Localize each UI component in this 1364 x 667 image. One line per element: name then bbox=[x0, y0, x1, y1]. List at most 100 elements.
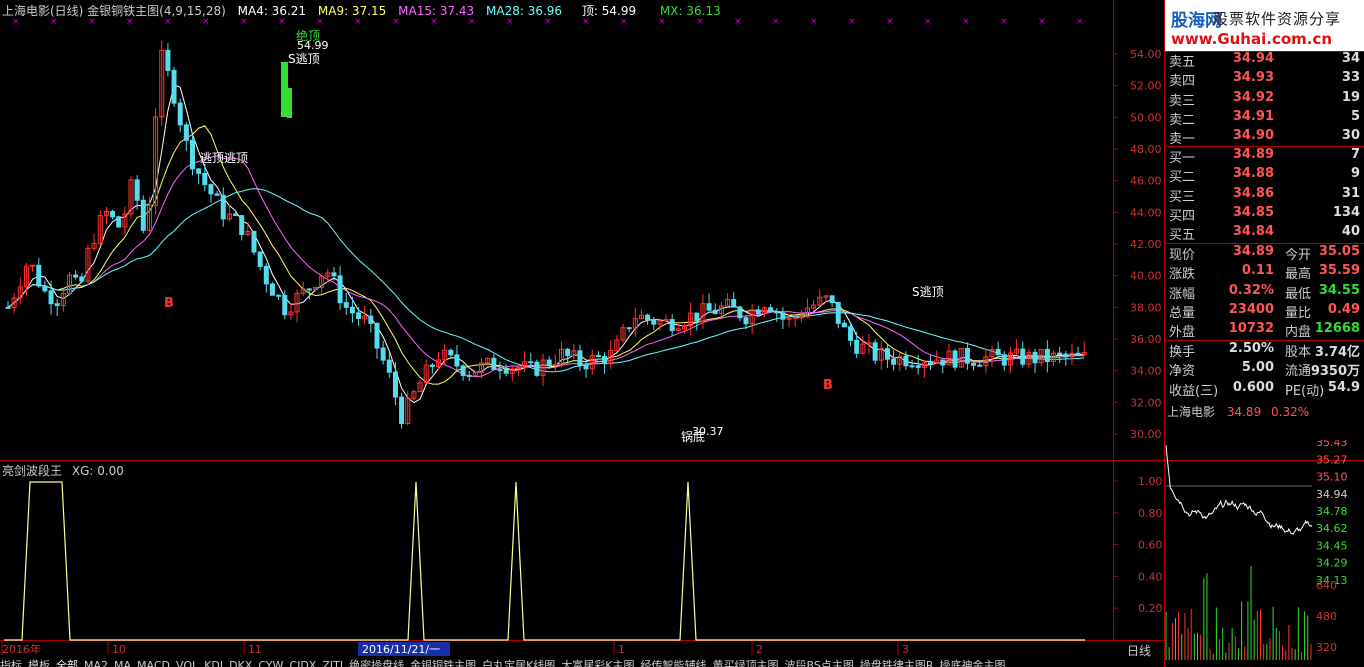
logo-url: www.Guhai.com.cn bbox=[1171, 30, 1333, 48]
marker: × bbox=[88, 17, 96, 27]
candle-body bbox=[1057, 352, 1063, 355]
quote-row: 总量 23400 量比 0.49 bbox=[1169, 301, 1360, 321]
price-tick: 50.00 bbox=[1130, 111, 1162, 124]
indicator-tab[interactable]: DKX bbox=[229, 659, 252, 667]
mini-tick: 35.27 bbox=[1316, 453, 1348, 466]
indicator-tab[interactable]: KDJ bbox=[204, 659, 223, 667]
time-tick: 10 bbox=[112, 643, 126, 656]
indicator-tab[interactable]: 模板 bbox=[28, 659, 50, 667]
sub-tick: 0.40 bbox=[1138, 570, 1163, 583]
ma9-legend: MA9: 37.15 bbox=[317, 4, 387, 18]
top-legend: 顶: 54.99 bbox=[581, 4, 637, 18]
candle-body bbox=[48, 290, 54, 305]
candle-body bbox=[792, 317, 798, 320]
sub-tick: 1.00 bbox=[1138, 475, 1163, 488]
candle-body bbox=[491, 357, 497, 371]
marker: × bbox=[392, 17, 400, 27]
escape-label: 逃顶逃顶 bbox=[200, 151, 248, 165]
indicator-tab[interactable]: VOL bbox=[176, 659, 198, 667]
candle-body bbox=[841, 322, 847, 328]
indicator-tab[interactable]: 全部 bbox=[56, 659, 78, 667]
candle-body bbox=[872, 342, 878, 361]
candle-body bbox=[706, 303, 712, 311]
indicator-tab[interactable]: MA bbox=[114, 659, 131, 667]
price-tick: 38.00 bbox=[1130, 301, 1162, 314]
candle-body bbox=[928, 362, 933, 365]
chart-canvas[interactable]: 54.00 52.00 50.00 48.00 46.00 44.00 42.00 40.00… bbox=[0, 0, 1364, 667]
candle-body bbox=[940, 359, 946, 366]
signal-line bbox=[4, 481, 1085, 641]
orderbook-row: 买四 34.85 134 bbox=[1169, 204, 1360, 224]
candle-body bbox=[356, 312, 362, 319]
marker: × bbox=[962, 17, 970, 27]
candle-body bbox=[392, 371, 398, 398]
indicator-tab[interactable]: CJDX bbox=[289, 659, 316, 667]
peak-label: 绝顶 bbox=[296, 28, 320, 43]
marker: × bbox=[544, 17, 552, 27]
indicator-tab[interactable]: CYW bbox=[258, 659, 283, 667]
candle-body bbox=[349, 306, 355, 314]
candle-body bbox=[374, 322, 380, 349]
marker: × bbox=[12, 17, 20, 27]
candle-body bbox=[251, 230, 257, 253]
candle-body bbox=[42, 285, 48, 292]
candle-body bbox=[337, 275, 343, 304]
vol-tick: 320 bbox=[1316, 641, 1337, 654]
marker: × bbox=[354, 17, 362, 27]
candle-body bbox=[386, 359, 392, 373]
indicator-tab[interactable]: MA2 bbox=[84, 659, 108, 667]
orderbook-row: 卖一 34.90 30 bbox=[1169, 128, 1360, 148]
marker: × bbox=[582, 17, 590, 27]
candle-body bbox=[595, 354, 601, 357]
candle-body bbox=[429, 364, 435, 367]
candle-body bbox=[546, 359, 552, 366]
marker: × bbox=[734, 17, 742, 27]
price-tick: 34.00 bbox=[1130, 365, 1162, 378]
candle-body bbox=[368, 315, 374, 324]
indicator-tab[interactable]: 波段BS点主图 bbox=[785, 659, 854, 667]
mini-price-line bbox=[1165, 445, 1313, 535]
indicator-tab[interactable]: 经传智能辅线 bbox=[641, 659, 707, 667]
orderbook-row: 卖五 34.94 34 bbox=[1169, 51, 1360, 70]
ma-4-line bbox=[7, 84, 1085, 404]
indicator-tab[interactable]: 金银铜铁主图 bbox=[410, 659, 476, 667]
candle-body bbox=[743, 317, 749, 325]
candle-body bbox=[183, 124, 189, 141]
indicator-name: 亮剑波段王 bbox=[2, 464, 63, 478]
indicator-tab[interactable]: MACD bbox=[137, 659, 170, 667]
candle-body bbox=[239, 215, 245, 236]
indicator-tab[interactable]: 操底神金主图 bbox=[940, 659, 1006, 667]
candle-body bbox=[399, 396, 405, 425]
candle-body bbox=[712, 309, 718, 315]
marker: × bbox=[126, 17, 134, 27]
indicator-title: 亮剑波段王 XG: 0.00 bbox=[2, 462, 130, 479]
quote-row: 现价 34.89 今开 35.05 bbox=[1169, 244, 1360, 263]
indicator-tab[interactable]: 白丸定居K线图 bbox=[482, 659, 555, 667]
vol-tick: 480 bbox=[1316, 610, 1337, 623]
indicator-tab[interactable]: ZJTJ bbox=[322, 659, 343, 667]
price-tick: 48.00 bbox=[1130, 143, 1162, 156]
indicator-tabs: 指标 模板 全部 MA2 MA MACD VOL KDJ DKX CYW CJDX ZJTJ 绝密操盘线… bbox=[0, 657, 1100, 667]
candle-body bbox=[233, 213, 239, 217]
period-label[interactable]: 日线 bbox=[1127, 642, 1151, 659]
indicator-tab[interactable]: 黄买绿顶主图 bbox=[713, 659, 779, 667]
marker: × bbox=[430, 17, 438, 27]
indicator-tab[interactable]: 大富居彩K主图 bbox=[561, 659, 634, 667]
escape-label: S逃顶 bbox=[912, 285, 944, 299]
candle-body bbox=[331, 272, 337, 277]
ma15-legend: MA15: 37.43 bbox=[398, 4, 475, 18]
indicator-tab[interactable]: 绝密操盘线 bbox=[349, 659, 404, 667]
indicator-tab[interactable]: 操盘铁律主图R bbox=[860, 659, 934, 667]
fundamental-row: 净资 5.00 流通 9350万 bbox=[1169, 360, 1360, 380]
ma28-legend: MA28: 36.96 bbox=[486, 4, 563, 18]
candle-body bbox=[30, 264, 36, 267]
price-axis: 54.00 52.00 50.00 48.00 46.00 44.00 42.00 40.00… bbox=[1113, 48, 1162, 441]
candle-body bbox=[798, 316, 804, 319]
indicator-tab[interactable]: 指标 bbox=[0, 659, 22, 667]
mini-tick: 34.62 bbox=[1316, 522, 1348, 535]
marker: × bbox=[240, 17, 248, 27]
marker: × bbox=[924, 17, 932, 27]
peak-candle bbox=[281, 62, 288, 117]
marker: × bbox=[848, 17, 856, 27]
candle-body bbox=[909, 365, 915, 368]
